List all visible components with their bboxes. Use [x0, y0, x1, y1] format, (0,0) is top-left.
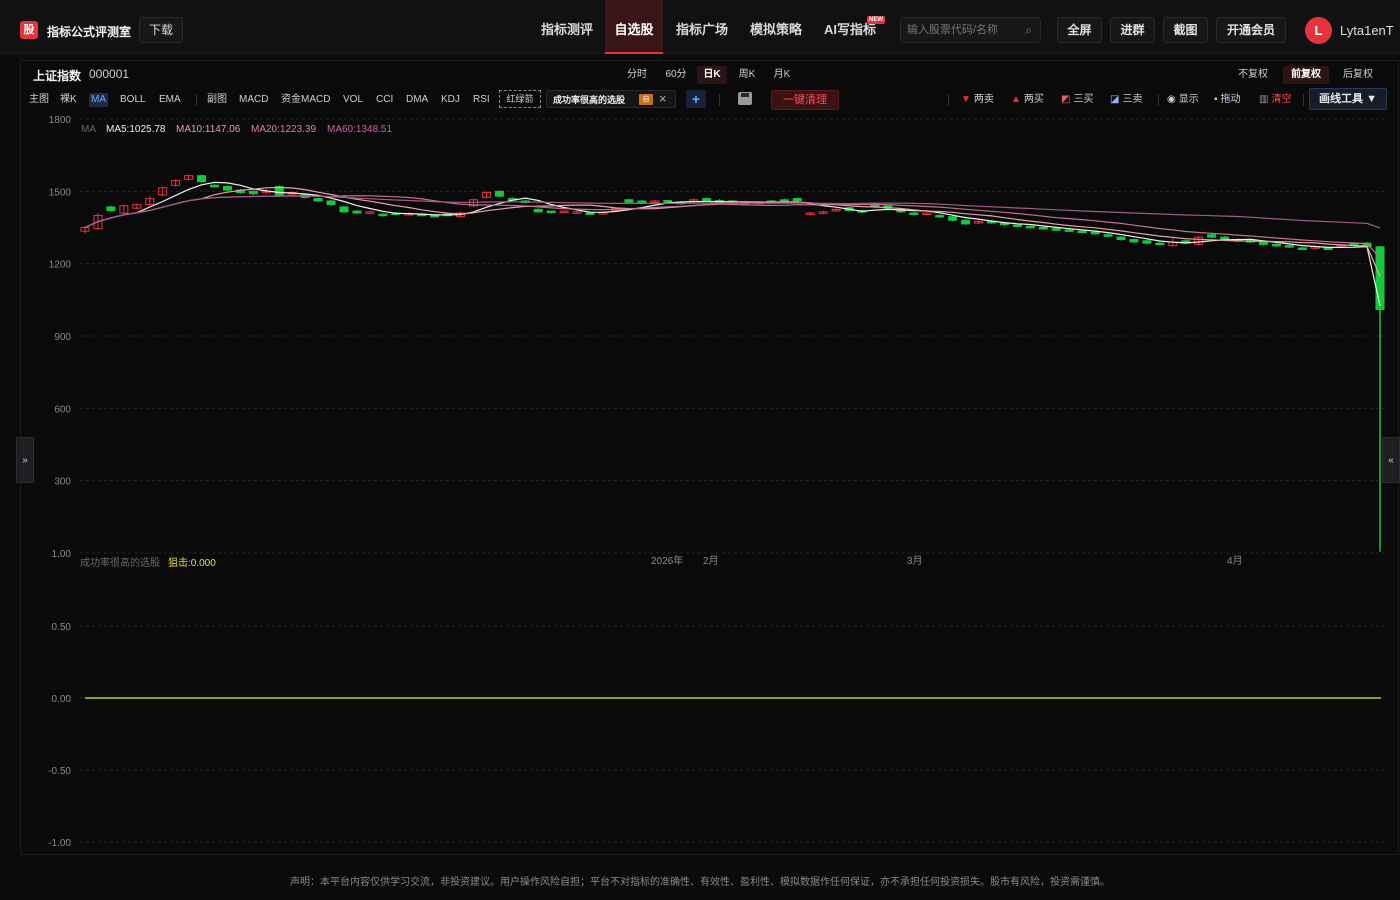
candle-down [430, 214, 440, 218]
candle-down [1323, 247, 1333, 250]
candle-down [352, 210, 362, 214]
candle-down [248, 190, 258, 195]
candle-down [313, 198, 323, 202]
y-tick-label: 900 [54, 332, 71, 343]
candle-down [222, 186, 232, 191]
y-tick-label: 0.00 [52, 694, 72, 705]
x-label-feb: 2月 [703, 555, 719, 567]
y-tick-label: 1200 [49, 260, 72, 271]
y-tick-label: 600 [54, 404, 71, 415]
candle-down [1116, 236, 1126, 241]
sub-chart-title: 成功率很高的选股 [80, 556, 160, 569]
candle-down [792, 198, 802, 201]
candle-down [1038, 227, 1048, 230]
candle-down [1090, 231, 1100, 235]
candle-down [585, 212, 595, 216]
candle-down [1207, 234, 1217, 238]
candle-down [494, 190, 504, 197]
candle-down [1012, 224, 1022, 228]
candle-down [326, 200, 336, 206]
candle-down [1297, 247, 1307, 250]
candle-down [1025, 225, 1035, 229]
candle-down [637, 200, 647, 203]
kline-chart[interactable]: 1800 1500 1200 900 600 300 1.00 0.50 0.00 -0.50 -1… [0, 0, 1400, 900]
candle-series [80, 174, 1385, 552]
y-tick-label: 1800 [49, 115, 72, 126]
candle-down [1077, 230, 1087, 234]
candle-down [339, 206, 349, 213]
candle-down [1271, 243, 1281, 247]
candle-down [935, 214, 945, 218]
y-tick-label: 1500 [49, 187, 72, 198]
ma10-legend: MA10:1147.06 [176, 124, 241, 135]
candle-down [1103, 234, 1113, 237]
ma-legend-label: MA [81, 124, 96, 135]
y-tick-label: -0.50 [48, 766, 71, 777]
grid-lines: 1800 1500 1200 900 600 300 1.00 0.50 0.00 -0.50 -1… [48, 115, 1388, 849]
candle-down [948, 216, 958, 221]
candle-down [106, 206, 116, 212]
candle-down [909, 212, 919, 216]
candle-down [378, 213, 388, 217]
y-tick-label: 1.00 [52, 549, 72, 560]
y-tick-label: 0.50 [52, 622, 72, 633]
candle-down [1142, 240, 1152, 244]
candle-down [197, 175, 207, 183]
candle-down [1051, 228, 1061, 231]
x-label-apr: 4月 [1227, 555, 1243, 567]
candle-down [1284, 245, 1294, 248]
candle-down [210, 184, 219, 188]
candle-down [533, 208, 543, 213]
ma20-legend: MA20:1223.39 [251, 124, 316, 135]
candle-down [702, 198, 712, 202]
y-tick-label: 300 [54, 477, 71, 488]
x-label-year: 2026年 [651, 554, 683, 567]
ma20-line [84, 195, 1381, 259]
disclaimer: 声明：本平台内容仅供学习交流，非投资建议。用户操作风险自担；平台不对指标的准确性… [290, 877, 1110, 888]
ma60-legend: MA60:1348.51 [327, 124, 392, 135]
candle-down [1129, 239, 1139, 243]
candle-down [1258, 241, 1268, 245]
candle-down [961, 219, 971, 225]
x-label-mar: 3月 [907, 555, 923, 567]
candle-down [1155, 242, 1165, 246]
candle-down [1064, 229, 1074, 232]
sub-chart-value: 狙击:0.000 [168, 557, 216, 569]
candle-down [779, 199, 789, 202]
y-tick-label: -1.00 [48, 838, 71, 849]
candle-down [624, 199, 634, 203]
candle-down [546, 210, 556, 214]
candle-down [663, 199, 673, 203]
ma5-legend: MA5:1025.78 [106, 124, 166, 135]
